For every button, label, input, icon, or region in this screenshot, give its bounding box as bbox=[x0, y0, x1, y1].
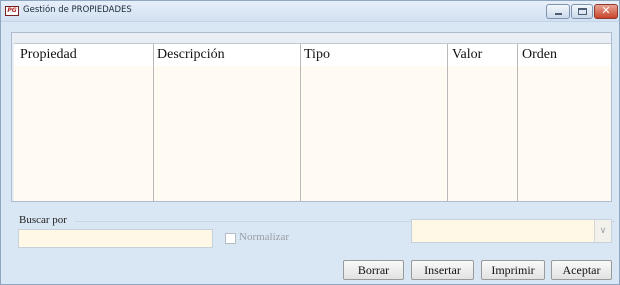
maximize-button[interactable] bbox=[571, 4, 593, 19]
column-header-propiedad[interactable]: Propiedad bbox=[20, 47, 77, 63]
maximize-icon bbox=[578, 8, 587, 15]
column-descripcion[interactable]: Descripción bbox=[153, 44, 225, 202]
window-title: Gestión de PROPIEDADES bbox=[23, 5, 132, 15]
insert-button[interactable]: Insertar bbox=[411, 260, 474, 280]
column-header-tipo[interactable]: Tipo bbox=[304, 47, 330, 63]
close-button[interactable]: ✕ bbox=[594, 4, 618, 19]
column-header-orden[interactable]: Orden bbox=[522, 47, 557, 63]
column-header-valor[interactable]: Valor bbox=[452, 47, 482, 63]
search-group-label: Buscar por bbox=[19, 214, 67, 226]
properties-grid[interactable]: Propiedad Descripción Tipo Valor Orden bbox=[14, 43, 611, 202]
column-orden[interactable]: Orden bbox=[517, 44, 557, 202]
column-tipo[interactable]: Tipo bbox=[300, 44, 330, 202]
accept-button[interactable]: Aceptar bbox=[551, 260, 612, 280]
minimize-icon bbox=[555, 13, 562, 15]
normalize-checkbox[interactable] bbox=[225, 233, 236, 244]
search-input[interactable] bbox=[18, 229, 213, 248]
title-bar[interactable]: PG Gestión de PROPIEDADES ✕ bbox=[1, 1, 619, 22]
minimize-button[interactable] bbox=[546, 4, 570, 19]
delete-button[interactable]: Borrar bbox=[343, 260, 404, 280]
column-valor[interactable]: Valor bbox=[447, 44, 482, 202]
app-logo-icon: PG bbox=[5, 6, 19, 16]
normalize-label: Normalizar bbox=[239, 231, 290, 243]
search-field-select[interactable]: ∨ bbox=[411, 219, 612, 243]
close-icon: ✕ bbox=[601, 4, 611, 17]
chevron-down-icon[interactable]: ∨ bbox=[594, 220, 611, 242]
column-header-descripcion[interactable]: Descripción bbox=[157, 47, 225, 63]
properties-window: PG Gestión de PROPIEDADES ✕ Propiedad De… bbox=[0, 0, 620, 285]
print-button[interactable]: Imprimir bbox=[481, 260, 545, 280]
